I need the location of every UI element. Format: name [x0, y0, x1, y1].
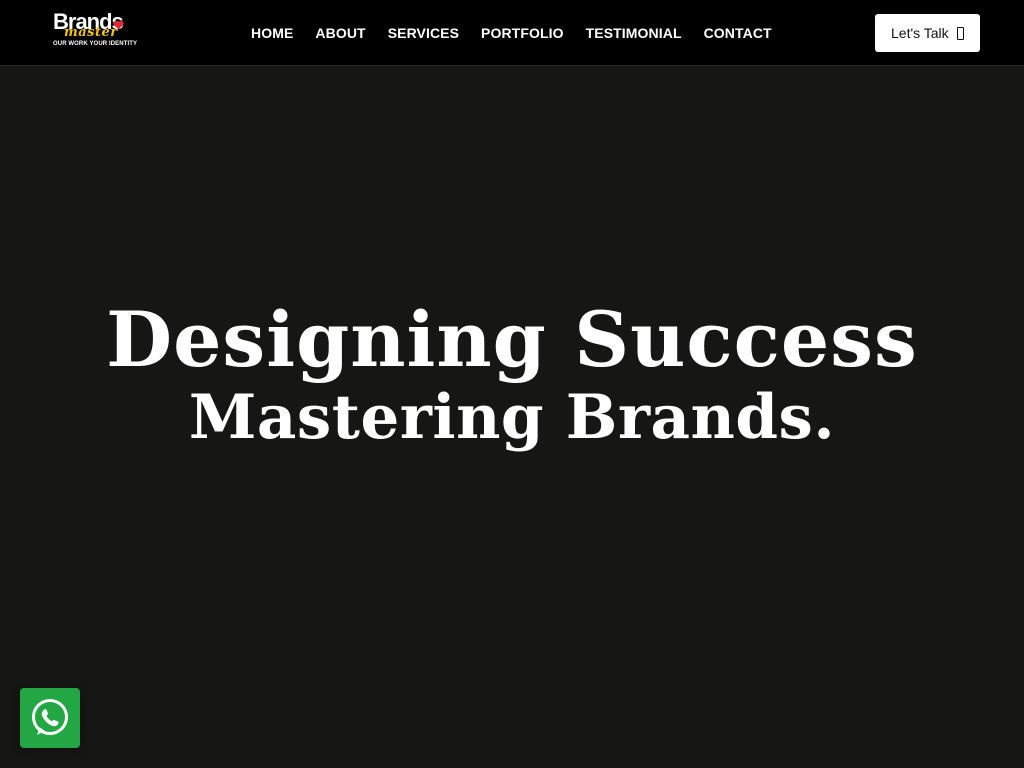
nav-contact[interactable]: CONTACT: [704, 25, 772, 41]
main-nav: HOME ABOUT SERVICES PORTFOLIO TESTIMONIA…: [251, 0, 794, 66]
nav-testimonial[interactable]: TESTIMONIAL: [586, 25, 682, 41]
hero-section: Designing Success Mastering Brands.: [0, 67, 1024, 768]
hero-heading-line1: Designing Success: [106, 295, 918, 384]
lets-talk-label: Let's Talk: [891, 25, 949, 41]
site-header: Brands master OUR WORK YOUR IDENTITY HOM…: [0, 0, 1024, 66]
arrow-icon: [956, 26, 964, 40]
logo-script: master: [64, 25, 118, 40]
nav-home[interactable]: HOME: [251, 25, 293, 41]
whatsapp-button[interactable]: [20, 688, 80, 748]
hero-heading-line2: Mastering Brands.: [188, 382, 836, 453]
lets-talk-button[interactable]: Let's Talk: [875, 14, 980, 52]
nav-services[interactable]: SERVICES: [388, 25, 459, 41]
whatsapp-icon: [32, 699, 68, 735]
brand-logo[interactable]: Brands master OUR WORK YOUR IDENTITY: [52, 10, 142, 52]
logo-tagline: OUR WORK YOUR IDENTITY: [53, 41, 138, 47]
nav-portfolio[interactable]: PORTFOLIO: [481, 25, 564, 41]
nav-about[interactable]: ABOUT: [315, 25, 365, 41]
